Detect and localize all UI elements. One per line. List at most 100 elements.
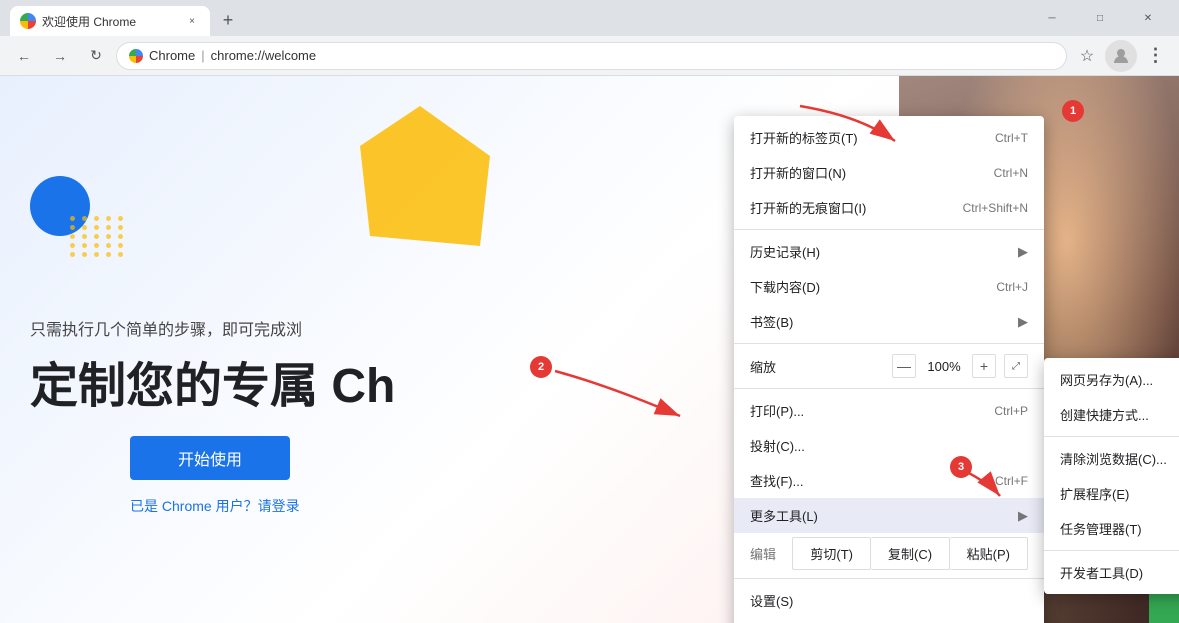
submenu-task-manager-label: 任务管理器(T): [1060, 519, 1179, 538]
menu-item-find[interactable]: 查找(F)... Ctrl+F: [734, 463, 1044, 498]
zoom-minus-button[interactable]: —: [892, 354, 916, 378]
tab-favicon: [20, 13, 36, 29]
submenu-divider-1: [1044, 436, 1179, 437]
zoom-controls: — 100% + ⤢: [892, 354, 1028, 378]
menu-item-downloads[interactable]: 下载内容(D) Ctrl+J: [734, 269, 1044, 304]
close-button[interactable]: ✕: [1125, 0, 1171, 36]
menu-item-cast-label: 投射(C)...: [750, 436, 1028, 455]
edit-row: 编辑 剪切(T) 复制(C) 粘贴(P): [734, 533, 1044, 574]
menu-item-help[interactable]: 帮助(E) ▶: [734, 618, 1044, 623]
menu-item-more-tools[interactable]: 更多工具(L) ▶ 网页另存为(A)... Ctrl+S 创建快捷方式...: [734, 498, 1044, 533]
zoom-plus-button[interactable]: +: [972, 354, 996, 378]
toolbar-actions: ☆ ⋮: [1071, 40, 1171, 72]
active-tab[interactable]: 欢迎使用 Chrome ×: [10, 6, 210, 36]
submenu-divider-2: [1044, 550, 1179, 551]
menu-item-new-window[interactable]: 打开新的窗口(N) Ctrl+N: [734, 155, 1044, 190]
submenu-item-create-shortcut[interactable]: 创建快捷方式...: [1044, 397, 1179, 432]
bookmark-button[interactable]: ☆: [1071, 40, 1103, 72]
annotation-badge-2: 2: [530, 356, 552, 378]
menu-overlay: 打开新的标签页(T) Ctrl+T 打开新的窗口(N) Ctrl+N 打开新的无…: [734, 116, 1044, 623]
menu-item-history[interactable]: 历史记录(H) ▶: [734, 234, 1044, 269]
main-dropdown-menu: 打开新的标签页(T) Ctrl+T 打开新的窗口(N) Ctrl+N 打开新的无…: [734, 116, 1044, 623]
minimize-button[interactable]: ─: [1029, 0, 1075, 36]
maximize-button[interactable]: □: [1077, 0, 1123, 36]
menu-divider-2: [734, 343, 1044, 344]
zoom-value: 100%: [924, 359, 964, 374]
signin-link[interactable]: 已是 Chrome 用户？请登录: [130, 496, 300, 516]
deco-dots: [70, 216, 126, 257]
address-site: Chrome: [149, 48, 195, 63]
forward-button[interactable]: →: [44, 40, 76, 72]
menu-item-incognito-shortcut: Ctrl+Shift+N: [963, 201, 1028, 215]
refresh-button[interactable]: ↻: [80, 40, 112, 72]
submenu-item-task-manager[interactable]: 任务管理器(T) Shift+Esc: [1044, 511, 1179, 546]
menu-item-settings[interactable]: 设置(S): [734, 583, 1044, 618]
submenu-arrow-bookmarks: ▶: [1018, 314, 1028, 330]
submenu-item-save-page[interactable]: 网页另存为(A)... Ctrl+S: [1044, 362, 1179, 397]
submenu-clear-data-label: 清除浏览数据(C)...: [1060, 449, 1179, 468]
copy-button[interactable]: 复制(C): [871, 537, 949, 570]
cut-button[interactable]: 剪切(T): [792, 537, 871, 570]
menu-item-cast[interactable]: 投射(C)...: [734, 428, 1044, 463]
deco-yellow-shape: [340, 96, 500, 256]
menu-item-downloads-shortcut: Ctrl+J: [996, 280, 1028, 294]
menu-item-find-shortcut: Ctrl+F: [995, 474, 1028, 488]
paste-button[interactable]: 粘贴(P): [950, 537, 1028, 570]
toolbar: ← → ↻ Chrome | chrome://welcome ☆ ⋮: [0, 36, 1179, 76]
address-url: chrome://welcome: [211, 48, 316, 63]
menu-item-print-shortcut: Ctrl+P: [994, 404, 1028, 418]
edit-label: 编辑: [750, 544, 776, 563]
browser-window: 欢迎使用 Chrome × + ─ □ ✕ ← → ↻ Chrome | chr…: [0, 0, 1179, 623]
submenu-item-extensions[interactable]: 扩展程序(E): [1044, 476, 1179, 511]
page-subtitle: 只需执行几个简单的步骤，即可完成浏: [30, 316, 302, 340]
title-bar: 欢迎使用 Chrome × + ─ □ ✕: [0, 0, 1179, 36]
profile-icon: [1112, 47, 1130, 65]
more-tools-submenu: 网页另存为(A)... Ctrl+S 创建快捷方式... 清除浏览数据(C)..…: [1044, 358, 1179, 594]
menu-button[interactable]: ⋮: [1139, 40, 1171, 72]
menu-item-bookmarks-label: 书签(B): [750, 312, 1010, 331]
profile-button[interactable]: [1105, 40, 1137, 72]
zoom-row: 缩放 — 100% + ⤢: [734, 348, 1044, 384]
address-favicon: [129, 49, 143, 63]
submenu-arrow-more-tools: ▶: [1018, 508, 1028, 524]
submenu-create-shortcut-label: 创建快捷方式...: [1060, 405, 1179, 424]
menu-item-history-label: 历史记录(H): [750, 242, 1010, 261]
start-button[interactable]: 开始使用: [130, 436, 290, 480]
annotation-badge-3: 3: [950, 456, 972, 478]
menu-item-incognito[interactable]: 打开新的无痕窗口(I) Ctrl+Shift+N: [734, 190, 1044, 225]
back-button[interactable]: ←: [8, 40, 40, 72]
tab-title: 欢迎使用 Chrome: [42, 13, 178, 30]
menu-dots-icon: ⋮: [1147, 45, 1164, 66]
menu-item-incognito-label: 打开新的无痕窗口(I): [750, 198, 943, 217]
page-title: 定制您的专属 Ch: [30, 346, 395, 416]
submenu-save-page-label: 网页另存为(A)...: [1060, 370, 1179, 389]
new-tab-button[interactable]: +: [214, 6, 242, 34]
menu-item-print[interactable]: 打印(P)... Ctrl+P: [734, 393, 1044, 428]
submenu-item-clear-data[interactable]: 清除浏览数据(C)... Ctrl+Shift+Del: [1044, 441, 1179, 476]
menu-divider-4: [734, 578, 1044, 579]
submenu-extensions-label: 扩展程序(E): [1060, 484, 1179, 503]
submenu-devtools-label: 开发者工具(D): [1060, 563, 1179, 582]
menu-item-downloads-label: 下载内容(D): [750, 277, 976, 296]
menu-item-more-tools-label: 更多工具(L): [750, 506, 1010, 525]
menu-item-bookmarks[interactable]: 书签(B) ▶: [734, 304, 1044, 339]
menu-item-new-tab[interactable]: 打开新的标签页(T) Ctrl+T: [734, 120, 1044, 155]
menu-item-new-window-label: 打开新的窗口(N): [750, 163, 974, 182]
annotation-badge-1: 1: [1062, 100, 1084, 122]
address-bar[interactable]: Chrome | chrome://welcome: [116, 42, 1067, 70]
menu-item-new-tab-shortcut: Ctrl+T: [995, 131, 1028, 145]
zoom-label: 缩放: [750, 357, 892, 376]
tab-close-button[interactable]: ×: [184, 13, 200, 29]
menu-divider-1: [734, 229, 1044, 230]
page-content: 只需执行几个简单的步骤，即可完成浏 定制您的专属 Ch 开始使用 已是 Chro…: [0, 76, 1179, 623]
menu-item-new-window-shortcut: Ctrl+N: [994, 166, 1028, 180]
tab-area: 欢迎使用 Chrome × +: [0, 6, 1021, 36]
menu-divider-3: [734, 388, 1044, 389]
menu-item-find-label: 查找(F)...: [750, 471, 975, 490]
menu-item-new-tab-label: 打开新的标签页(T): [750, 128, 975, 147]
address-divider: |: [201, 48, 204, 63]
window-controls: ─ □ ✕: [1021, 0, 1179, 36]
zoom-expand-button[interactable]: ⤢: [1004, 354, 1028, 378]
menu-item-print-label: 打印(P)...: [750, 401, 974, 420]
submenu-item-devtools[interactable]: 开发者工具(D) Ctrl+Shift+I: [1044, 555, 1179, 590]
